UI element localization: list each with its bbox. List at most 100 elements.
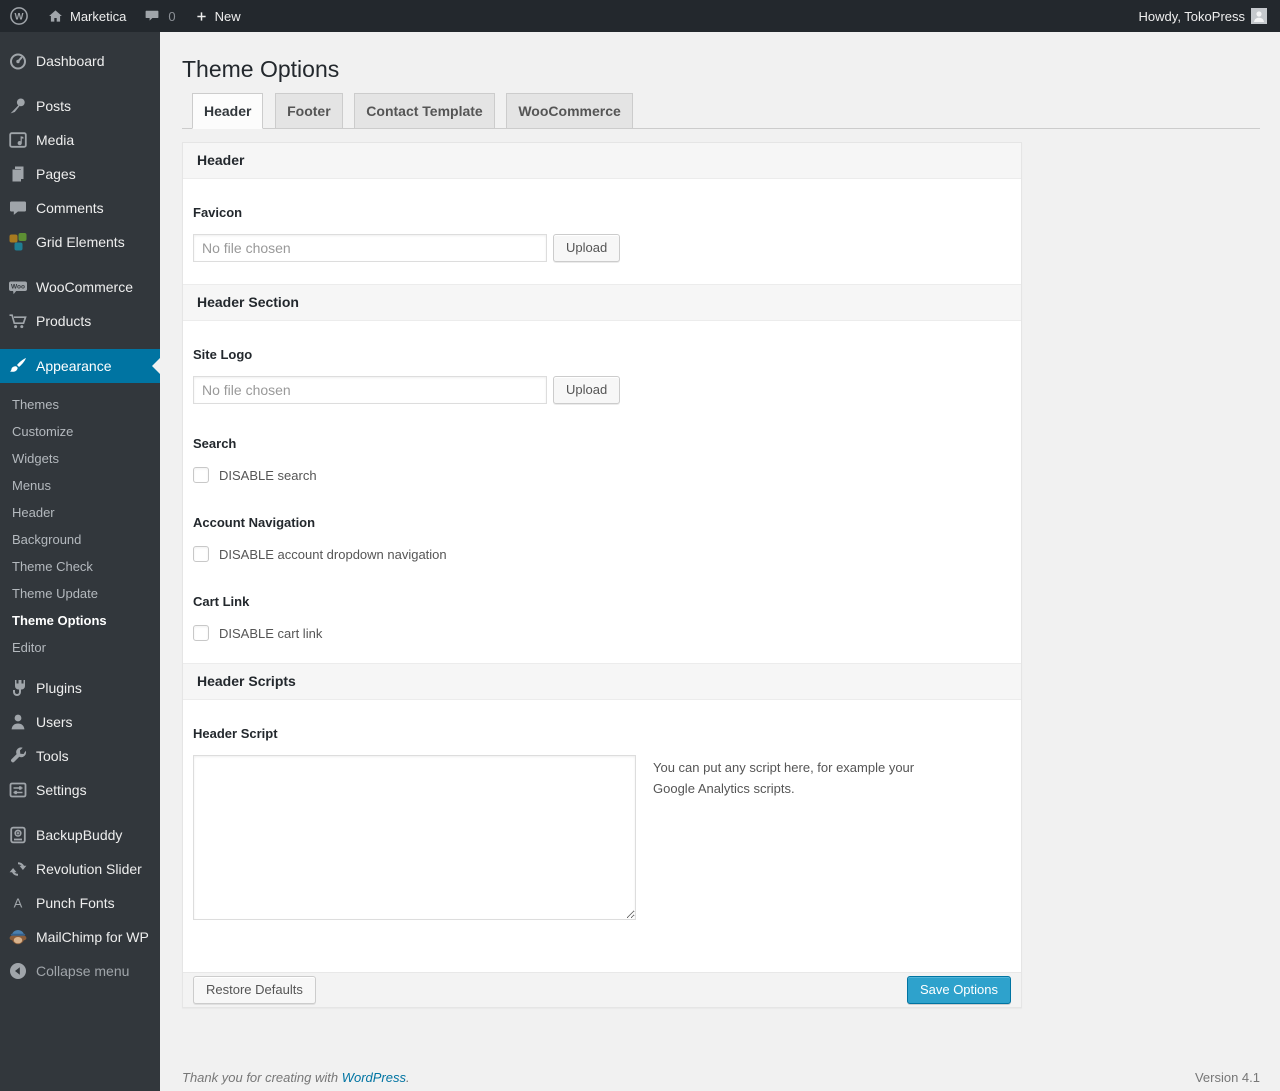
pushpin-icon [8,96,28,116]
sidebar-item-revolution-slider[interactable]: Revolution Slider [0,852,160,886]
sidebar-item-label: Users [36,714,73,730]
submenu-item-theme-update[interactable]: Theme Update [0,580,160,607]
appearance-submenu: Themes Customize Widgets Menus Header Ba… [0,383,160,671]
sidebar-item-label: WooCommerce [36,279,133,295]
brush-icon [8,356,28,376]
site-logo-file-input[interactable] [193,376,547,404]
sidebar-item-label: Appearance [36,358,112,374]
submenu-item-customize[interactable]: Customize [0,418,160,445]
sidebar-item-users[interactable]: Users [0,705,160,739]
footer-version-text: Version 4.1 [1194,1070,1260,1085]
wordpress-link[interactable]: WordPress [342,1070,406,1085]
submenu-item-themes[interactable]: Themes [0,391,160,418]
disable-cart-link-checkbox[interactable] [193,625,209,641]
cart-link-label: Cart Link [193,594,250,609]
section-header-section-title: Header Section [183,284,1021,321]
page-footer: Thank you for creating with WordPress. V… [182,1070,1260,1085]
sidebar-item-label: Revolution Slider [36,861,142,877]
grid-elements-icon [8,232,28,252]
sidebar-item-pages[interactable]: Pages [0,157,160,191]
sidebar-item-label: Products [36,313,92,329]
restore-defaults-button[interactable]: Restore Defaults [193,976,316,1004]
sidebar-item-media[interactable]: Media [0,123,160,157]
collapse-menu-label: Collapse menu [36,963,130,979]
letter-a-icon: A [8,893,28,913]
disable-search-checkbox[interactable] [193,467,209,483]
comments-icon [8,198,28,218]
favicon-label: Favicon [193,205,243,220]
site-logo-upload-button[interactable]: Upload [553,376,621,404]
media-icon [8,130,28,150]
sidebar-item-plugins[interactable]: Plugins [0,671,160,705]
favicon-upload-button[interactable]: Upload [553,234,621,262]
sidebar-item-label: BackupBuddy [36,827,123,843]
admin-sidebar: Dashboard Posts Media Pages Comments Gri… [0,32,160,1091]
sidebar-item-posts[interactable]: Posts [0,89,160,123]
sidebar-item-grid-elements[interactable]: Grid Elements [0,225,160,259]
sidebar-item-punch-fonts[interactable]: A Punch Fonts [0,886,160,920]
footer-thanks-text: Thank you for creating with WordPress. [182,1070,410,1085]
admin-bar: W Marketica 0 New Howdy, TokoPress [0,0,1280,32]
woocommerce-icon: Woo [8,277,28,297]
collapse-menu-button[interactable]: Collapse menu [0,954,160,988]
sidebar-item-dashboard[interactable]: Dashboard [0,44,160,78]
howdy-label: Howdy, TokoPress [1138,8,1245,24]
site-logo-label: Site Logo [193,347,253,362]
tab-footer[interactable]: Footer [275,93,343,129]
cart-icon [8,311,28,331]
wrench-icon [8,746,28,766]
section-header-title: Header [183,143,1021,179]
submenu-item-menus[interactable]: Menus [0,472,160,499]
sidebar-item-mailchimp[interactable]: MailChimp for WP [0,920,160,954]
sidebar-item-label: Plugins [36,680,82,696]
svg-text:A: A [14,896,23,911]
sidebar-item-settings[interactable]: Settings [0,773,160,807]
menu-separator [0,807,160,818]
submenu-item-widgets[interactable]: Widgets [0,445,160,472]
sidebar-item-label: Punch Fonts [36,895,115,911]
site-name-link[interactable]: Marketica [38,0,135,32]
disable-account-dropdown-checkbox[interactable] [193,546,209,562]
submenu-item-header[interactable]: Header [0,499,160,526]
tab-woocommerce[interactable]: WooCommerce [506,93,633,129]
account-menu[interactable]: Howdy, TokoPress [1139,0,1267,32]
submenu-item-editor[interactable]: Editor [0,634,160,661]
favicon-file-input[interactable] [193,234,547,262]
sidebar-item-products[interactable]: Products [0,304,160,338]
sidebar-item-comments[interactable]: Comments [0,191,160,225]
new-content-button[interactable]: New [185,0,250,32]
sidebar-item-appearance[interactable]: Appearance [0,349,160,383]
sidebar-item-tools[interactable]: Tools [0,739,160,773]
sidebar-item-label: MailChimp for WP [36,929,149,945]
collapse-arrow-icon [8,961,28,981]
header-script-help-text: You can put any script here, for example… [653,760,915,796]
wordpress-logo-icon: W [9,6,29,26]
save-options-button[interactable]: Save Options [906,976,1011,1004]
menu-separator [0,78,160,89]
account-navigation-label: Account Navigation [193,515,316,530]
user-icon [8,712,28,732]
menu-separator [0,259,160,270]
sidebar-item-label: Media [36,132,75,148]
sidebar-item-backupbuddy[interactable]: BackupBuddy [0,818,160,852]
section-header-scripts-title: Header Scripts [183,663,1021,700]
comment-bubble-icon [144,8,160,24]
sidebar-item-label: Tools [36,748,69,764]
wordpress-menu-button[interactable]: W [0,0,38,32]
submenu-item-theme-options[interactable]: Theme Options [0,607,160,634]
new-label: New [214,8,241,24]
section-header-scripts-body: Header Script You can put any script her… [183,726,1021,972]
sidebar-item-woocommerce[interactable]: Woo WooCommerce [0,270,160,304]
tab-header[interactable]: Header [192,93,264,129]
tab-bar: Header Footer Contact Template WooCommer… [182,93,1260,129]
monkey-icon [8,927,28,947]
sidebar-item-label: Comments [36,200,104,216]
tab-contact-template[interactable]: Contact Template [354,93,495,129]
submenu-item-background[interactable]: Background [0,526,160,553]
sidebar-item-label: Dashboard [36,53,105,69]
submenu-item-theme-check[interactable]: Theme Check [0,553,160,580]
comment-count: 0 [168,8,176,24]
comments-shortcut[interactable]: 0 [135,0,184,32]
plug-icon [8,678,28,698]
header-script-textarea[interactable] [193,755,636,920]
